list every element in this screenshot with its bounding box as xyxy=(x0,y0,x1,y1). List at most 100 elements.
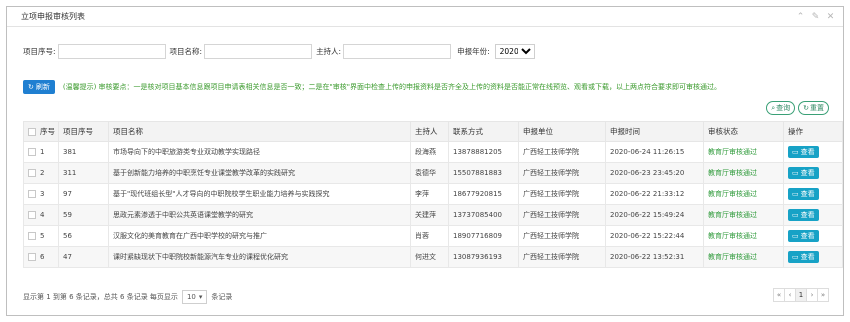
table-row: 5 56 汉服文化的美育教育在广西中职学校的研究与推广 肖蓉 18907716809 广西… xyxy=(23,225,843,247)
cell-host: 段海燕 xyxy=(410,141,449,163)
page-size-select[interactable]: 10 ▾ xyxy=(181,290,208,304)
chevron-up-icon[interactable]: ⌃ xyxy=(796,12,805,22)
header-host: 主持人 xyxy=(410,121,449,142)
review-table: 序号 项目序号 项目名称 主持人 联系方式 申报单位 申报时间 审核状态 操作 … xyxy=(23,121,843,268)
view-label: 查看 xyxy=(800,211,815,219)
project-no-label: 项目序号: xyxy=(23,46,56,56)
query-label: 查询 xyxy=(776,104,791,112)
search-icon: ⌕ xyxy=(771,103,776,112)
project-name-label: 项目名称: xyxy=(169,46,203,56)
cell-no: 97 xyxy=(58,183,109,205)
cell-action: ▭ 查看 xyxy=(783,225,843,247)
cell-name: 思政元素渗透于中职公共英语课堂教学的研究 xyxy=(108,204,411,226)
row-index: 2 xyxy=(40,169,45,177)
cell-status: 教育厅审核通过 xyxy=(703,141,784,163)
row-index: 3 xyxy=(40,190,45,198)
view-button[interactable]: ▭ 查看 xyxy=(788,209,819,221)
cell-no: 56 xyxy=(58,225,109,247)
cell-no: 47 xyxy=(58,246,109,268)
cell-unit: 广西轻工技师学院 xyxy=(518,183,606,205)
project-no-input[interactable] xyxy=(57,43,166,59)
cell-phone: 13087936193 xyxy=(448,246,519,268)
view-label: 查看 xyxy=(800,190,815,198)
refresh-button[interactable]: ↻ 刷新 xyxy=(23,80,55,94)
view-label: 查看 xyxy=(800,169,815,177)
view-button[interactable]: ▭ 查看 xyxy=(788,146,819,158)
cell-unit: 广西轻工技师学院 xyxy=(518,141,606,163)
view-button[interactable]: ▭ 查看 xyxy=(788,251,819,263)
row-index: 4 xyxy=(40,211,45,219)
cell-phone: 13878881205 xyxy=(448,141,519,163)
header-index: 序号 xyxy=(23,121,59,142)
cell-status: 教育厅审核通过 xyxy=(703,246,784,268)
close-icon[interactable]: ✕ xyxy=(826,12,835,22)
cell-phone: 13737085400 xyxy=(448,204,519,226)
cell-index: 5 xyxy=(23,225,59,247)
cell-time: 2020-06-22 15:49:24 xyxy=(605,204,704,226)
cell-no: 59 xyxy=(58,204,109,226)
year-select[interactable]: 2020 xyxy=(494,43,535,59)
reset-icon: ↻ xyxy=(803,104,809,112)
cell-action: ▭ 查看 xyxy=(783,183,843,205)
folder-icon: ▭ xyxy=(792,211,799,219)
panel-header: 立项申报审核列表 ⌃ ✎ ✕ xyxy=(7,7,843,27)
last-page-button[interactable]: » xyxy=(817,288,829,302)
cell-index: 6 xyxy=(23,246,59,268)
cell-no: 381 xyxy=(58,141,109,163)
cell-action: ▭ 查看 xyxy=(783,204,843,226)
reset-button[interactable]: ↻ 重置 xyxy=(798,101,829,115)
header-action: 操作 xyxy=(783,121,843,142)
table-header-row: 序号 项目序号 项目名称 主持人 联系方式 申报单位 申报时间 审核状态 操作 xyxy=(23,121,843,142)
cell-status: 教育厅审核通过 xyxy=(703,225,784,247)
table-row: 1 381 市场导向下的中职旅游类专业双动教学实现路径 段海燕 13878881205 广… xyxy=(23,141,843,163)
view-button[interactable]: ▭ 查看 xyxy=(788,167,819,179)
table-actions: ⌕ 查询 ↻ 重置 xyxy=(766,101,829,115)
cell-time: 2020-06-22 21:33:12 xyxy=(605,183,704,205)
header-unit: 申报单位 xyxy=(518,121,606,142)
cell-host: 李萍 xyxy=(410,183,449,205)
cell-action: ▭ 查看 xyxy=(783,246,843,268)
row-checkbox[interactable] xyxy=(28,232,36,240)
year-label: 申报年份: xyxy=(457,46,490,56)
cell-no: 311 xyxy=(58,162,109,184)
review-panel: 立项申报审核列表 ⌃ ✎ ✕ 项目序号: 项目名称: 主持人: 申报年份: 20… xyxy=(6,6,844,316)
view-label: 查看 xyxy=(800,148,815,156)
cell-status: 教育厅审核通过 xyxy=(703,162,784,184)
refresh-icon: ↻ xyxy=(28,83,34,91)
cell-phone: 18677920815 xyxy=(448,183,519,205)
cell-action: ▭ 查看 xyxy=(783,162,843,184)
row-checkbox[interactable] xyxy=(28,211,36,219)
cell-phone: 15507881883 xyxy=(448,162,519,184)
cell-name: 课时紧缺现状下中职院校新能源汽车专业的课程优化研究 xyxy=(108,246,411,268)
cell-host: 何进文 xyxy=(410,246,449,268)
view-label: 查看 xyxy=(800,232,815,240)
cell-name: 市场导向下的中职旅游类专业双动教学实现路径 xyxy=(108,141,411,163)
row-checkbox[interactable] xyxy=(28,253,36,261)
row-checkbox[interactable] xyxy=(28,148,36,156)
cell-host: 关建萍 xyxy=(410,204,449,226)
cell-index: 4 xyxy=(23,204,59,226)
reset-label: 重置 xyxy=(810,104,824,112)
pager: « ‹ 1 › » xyxy=(773,288,829,302)
project-name-input[interactable] xyxy=(204,43,313,59)
page-size-value: 10 xyxy=(186,293,196,301)
toolbar: ↻ 刷新 (温馨提示) 审核要点：一是核对项目基本信息跟项目申请表相关信息是否一… xyxy=(23,80,829,94)
cell-name: 基于"现代班组长型"人才导向的中职院校学生职业能力培养与实践探究 xyxy=(108,183,411,205)
query-button[interactable]: ⌕ 查询 xyxy=(766,101,796,115)
view-button[interactable]: ▭ 查看 xyxy=(788,230,819,242)
cell-time: 2020-06-22 13:52:31 xyxy=(605,246,704,268)
row-checkbox[interactable] xyxy=(28,190,36,198)
host-input[interactable] xyxy=(343,43,452,59)
cell-unit: 广西轻工技师学院 xyxy=(518,204,606,226)
header-project-name: 项目名称 xyxy=(108,121,411,142)
cell-time: 2020-06-24 11:26:15 xyxy=(605,141,704,163)
cell-host: 袁德华 xyxy=(410,162,449,184)
select-all-checkbox[interactable] xyxy=(28,128,36,136)
row-checkbox[interactable] xyxy=(28,169,36,177)
cell-status: 教育厅审核通过 xyxy=(703,204,784,226)
refresh-label: 刷新 xyxy=(35,83,50,91)
wrench-icon[interactable]: ✎ xyxy=(811,12,820,22)
cell-time: 2020-06-23 23:45:20 xyxy=(605,162,704,184)
view-button[interactable]: ▭ 查看 xyxy=(788,188,819,200)
search-bar: 项目序号: 项目名称: 主持人: 申报年份: 2020 xyxy=(23,43,535,59)
